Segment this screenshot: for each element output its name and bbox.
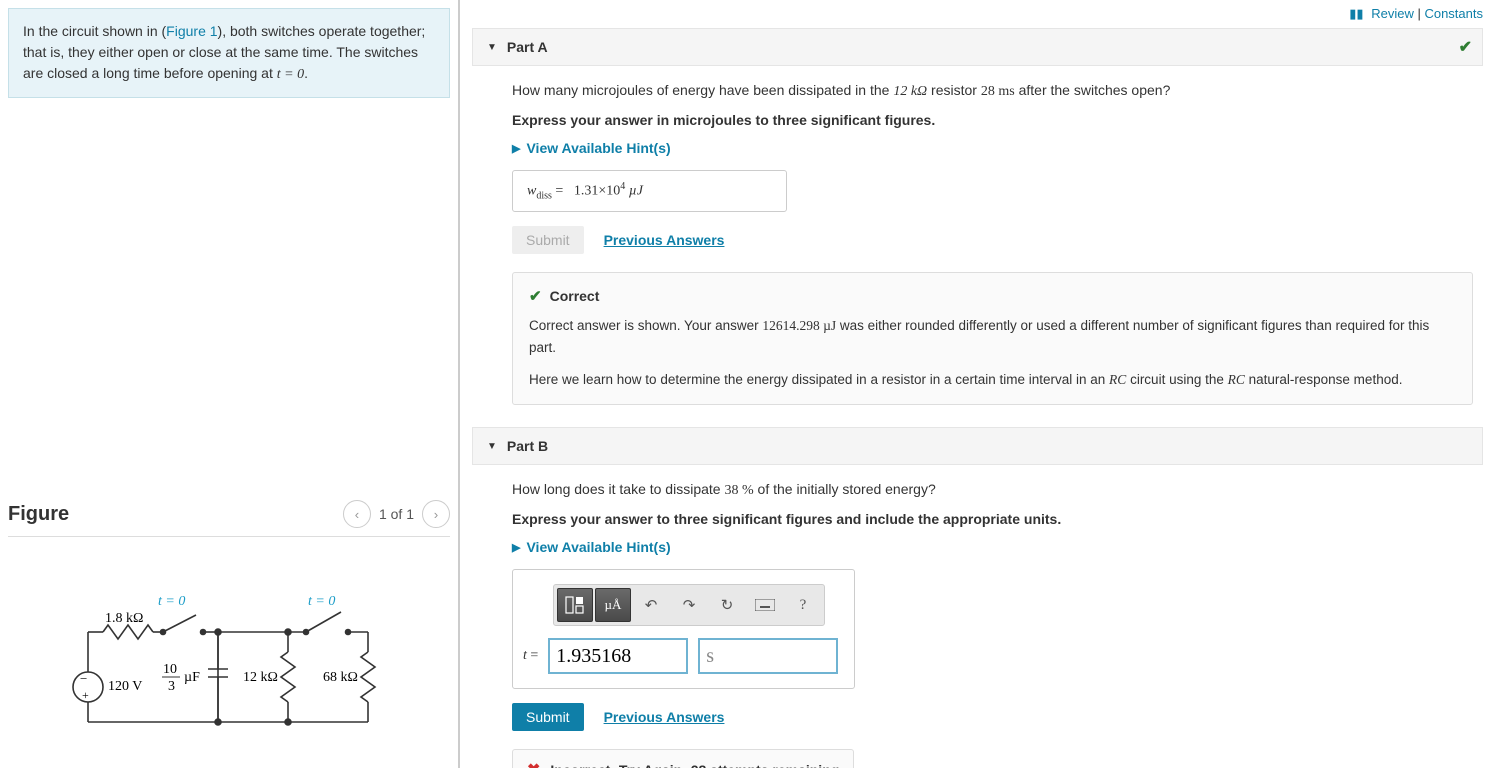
part-b-body: How long does it take to dissipate 38 % … xyxy=(472,465,1483,768)
part-b-hint-toggle[interactable]: ▶ View Available Hint(s) xyxy=(512,539,1473,555)
redo-button[interactable]: ↷ xyxy=(671,588,707,622)
template-button[interactable] xyxy=(557,588,593,622)
part-b-submit-button[interactable]: Submit xyxy=(512,703,584,731)
part-a-hint-toggle[interactable]: ▶ View Available Hint(s) xyxy=(512,140,1473,156)
problem-statement: In the circuit shown in (Figure 1), both… xyxy=(8,8,450,98)
part-b-question: How long does it take to dissipate 38 % … xyxy=(512,479,1473,501)
keyboard-button[interactable] xyxy=(747,588,783,622)
svg-text:1.8 kΩ: 1.8 kΩ xyxy=(105,611,143,626)
figure-prev-button[interactable]: ‹ xyxy=(343,500,371,528)
part-a-question: How many microjoules of energy have been… xyxy=(512,80,1473,102)
undo-button[interactable]: ↶ xyxy=(633,588,669,622)
part-a-feedback: ✔ Correct Correct answer is shown. Your … xyxy=(512,272,1473,405)
part-a-header[interactable]: ▼ Part A ✔ xyxy=(472,28,1483,66)
part-a-buttons: Submit Previous Answers xyxy=(512,226,1473,254)
feedback-text: Correct answer is shown. Your answer 126… xyxy=(529,315,1456,358)
chevron-right-icon: ▶ xyxy=(512,541,520,554)
equation-toolbar: µÅ ↶ ↷ ↻ ? xyxy=(553,584,825,626)
svg-text:t = 0: t = 0 xyxy=(308,594,335,609)
units-button[interactable]: µÅ xyxy=(595,588,631,622)
unit-input[interactable] xyxy=(698,638,838,674)
figure-pager-label: 1 of 1 xyxy=(379,506,414,522)
part-a-submit-button: Submit xyxy=(512,226,584,254)
collapse-icon: ▼ xyxy=(487,42,497,53)
reset-button[interactable]: ↻ xyxy=(709,588,745,622)
part-a-previous-answers-link[interactable]: Previous Answers xyxy=(604,232,725,248)
left-panel: In the circuit shown in (Figure 1), both… xyxy=(0,0,460,768)
problem-text: . xyxy=(304,65,308,81)
svg-text:+: + xyxy=(82,688,89,702)
part-a-body: How many microjoules of energy have been… xyxy=(472,66,1483,427)
part-a-title: Part A xyxy=(507,39,548,55)
part-a-answer-display: wdiss = 1.31×104 µJ xyxy=(512,170,787,212)
book-icon: ▮▮ xyxy=(1349,6,1363,21)
problem-text: In the circuit shown in ( xyxy=(23,23,166,39)
svg-text:120 V: 120 V xyxy=(108,679,142,694)
svg-text:−: − xyxy=(80,671,87,686)
variable-label: t = xyxy=(523,648,538,664)
check-icon: ✔ xyxy=(1459,37,1472,57)
svg-text:3: 3 xyxy=(168,679,175,694)
part-a-instruction: Express your answer in microjoules to th… xyxy=(512,112,1473,128)
help-button[interactable]: ? xyxy=(785,588,821,622)
figure-header: Figure ‹ 1 of 1 › xyxy=(8,500,450,537)
chevron-right-icon: ▶ xyxy=(512,142,520,155)
value-input[interactable] xyxy=(548,638,688,674)
part-b-header[interactable]: ▼ Part B xyxy=(472,427,1483,465)
svg-text:µF: µF xyxy=(184,670,200,685)
feedback-explanation: Here we learn how to determine the energ… xyxy=(529,369,1456,391)
feedback-header: ✔ Correct xyxy=(529,287,1456,305)
problem-eq: t = 0 xyxy=(277,67,304,82)
x-icon: ✖ xyxy=(527,760,540,768)
collapse-icon: ▼ xyxy=(487,441,497,452)
svg-text:12 kΩ: 12 kΩ xyxy=(243,670,278,685)
svg-text:t = 0: t = 0 xyxy=(158,594,185,609)
check-icon: ✔ xyxy=(529,287,542,305)
figure-next-button[interactable]: › xyxy=(422,500,450,528)
svg-text:10: 10 xyxy=(163,662,177,677)
part-b-input-area: µÅ ↶ ↷ ↻ ? t = xyxy=(512,569,855,689)
top-links: ▮▮ Review | Constants xyxy=(472,0,1483,28)
figure-section: Figure ‹ 1 of 1 › xyxy=(8,470,450,760)
part-b-input-row: t = xyxy=(523,638,838,674)
figure-pager: ‹ 1 of 1 › xyxy=(343,500,450,528)
part-b-buttons: Submit Previous Answers xyxy=(512,703,1473,731)
part-b-instruction: Express your answer to three significant… xyxy=(512,511,1473,527)
part-b-incorrect-feedback: ✖ Incorrect; Try Again; 28 attempts rema… xyxy=(512,749,854,768)
constants-link[interactable]: Constants xyxy=(1424,6,1483,21)
figure-link[interactable]: Figure 1 xyxy=(166,23,217,39)
circuit-diagram: − + t = 0 t = 0 1.8 kΩ 120 V 10 3 µF 12 … xyxy=(8,567,450,760)
part-b-title: Part B xyxy=(507,438,548,454)
review-link[interactable]: Review xyxy=(1371,6,1414,21)
figure-title: Figure xyxy=(8,503,69,526)
part-b-previous-answers-link[interactable]: Previous Answers xyxy=(604,709,725,725)
svg-text:68 kΩ: 68 kΩ xyxy=(323,670,358,685)
right-panel: ▮▮ Review | Constants ▼ Part A ✔ How man… xyxy=(460,0,1495,768)
